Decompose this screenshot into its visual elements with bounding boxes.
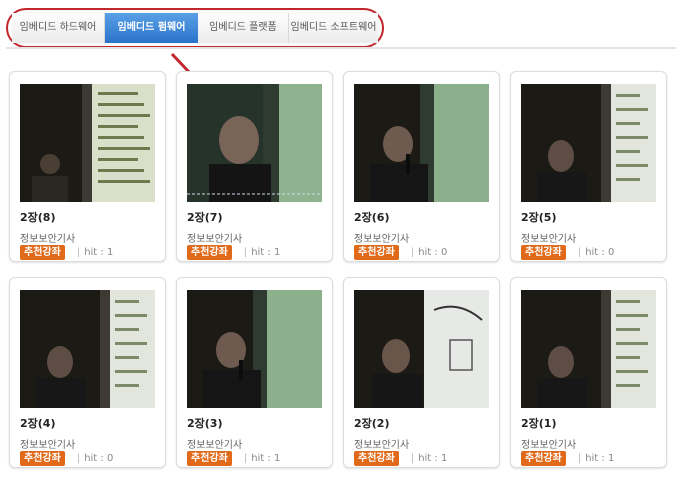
- hit-value: hit : 1: [585, 453, 615, 464]
- lecture-meta: 추천강좌 | hit : 1: [187, 245, 280, 260]
- lecture-title[interactable]: 2장(6): [354, 209, 389, 225]
- tab-embedded-hardware[interactable]: 임베디드 하드웨어: [12, 13, 105, 43]
- lecture-thumbnail[interactable]: [354, 290, 489, 408]
- tab-embedded-software[interactable]: 임베디드 소프트웨어: [288, 13, 378, 43]
- lecture-thumbnail[interactable]: [354, 84, 489, 202]
- separator: |: [76, 247, 81, 258]
- lecture-meta: 추천강좌 | hit : 0: [20, 451, 113, 466]
- lecture-title[interactable]: 2장(8): [20, 209, 55, 225]
- hit-count: | hit : 1: [244, 453, 281, 464]
- lecture-category: 정보보안기사: [20, 234, 76, 245]
- lecture-category: 정보보안기사: [521, 234, 577, 245]
- lecture-title[interactable]: 2장(1): [521, 415, 556, 431]
- separator: |: [243, 453, 248, 464]
- hit-value: hit : 1: [84, 247, 114, 258]
- lecture-category: 정보보안기사: [354, 440, 410, 451]
- lecture-category: 정보보안기사: [20, 440, 76, 451]
- lecture-thumbnail[interactable]: [521, 290, 656, 408]
- category-tab-bar: 임베디드 하드웨어 임베디드 펌웨어 임베디드 플랫폼 임베디드 소프트웨어: [6, 8, 384, 48]
- lecture-thumbnail[interactable]: [20, 84, 155, 202]
- recommended-badge: 추천강좌: [20, 451, 65, 466]
- tab-embedded-platform[interactable]: 임베디드 플랫폼: [197, 13, 289, 43]
- lecture-category: 정보보안기사: [187, 234, 243, 245]
- lecture-category: 정보보안기사: [521, 440, 577, 451]
- lecture-card[interactable]: 2장(2) 정보보안기사 추천강좌 | hit : 1: [343, 277, 500, 468]
- lecture-meta: 추천강좌 | hit : 1: [354, 451, 447, 466]
- hit-value: hit : 1: [251, 247, 281, 258]
- recommended-badge: 추천강좌: [521, 245, 566, 260]
- lecture-thumbnail[interactable]: [20, 290, 155, 408]
- separator: |: [76, 453, 81, 464]
- hit-value: hit : 0: [418, 247, 448, 258]
- separator: |: [577, 453, 582, 464]
- hit-value: hit : 0: [585, 247, 615, 258]
- recommended-badge: 추천강좌: [187, 451, 232, 466]
- hit-value: hit : 0: [84, 453, 114, 464]
- hit-count: | hit : 1: [578, 453, 615, 464]
- recommended-badge: 추천강좌: [187, 245, 232, 260]
- lecture-card[interactable]: 2장(7) 정보보안기사 추천강좌 | hit : 1: [176, 71, 333, 262]
- hit-count: | hit : 0: [578, 247, 615, 258]
- recommended-badge: 추천강좌: [20, 245, 65, 260]
- separator: |: [577, 247, 582, 258]
- lecture-title[interactable]: 2장(3): [187, 415, 222, 431]
- lecture-title[interactable]: 2장(7): [187, 209, 222, 225]
- recommended-badge: 추천강좌: [354, 245, 399, 260]
- lecture-category: 정보보안기사: [354, 234, 410, 245]
- hit-count: | hit : 0: [411, 247, 448, 258]
- tab-embedded-firmware[interactable]: 임베디드 펌웨어: [104, 13, 198, 43]
- hit-count: | hit : 0: [77, 453, 114, 464]
- lecture-card[interactable]: 2장(6) 정보보안기사 추천강좌 | hit : 0: [343, 71, 500, 262]
- lecture-card[interactable]: 2장(8) 정보보안기사 추천강좌 | hit : 1: [9, 71, 166, 262]
- separator: |: [410, 247, 415, 258]
- lecture-title[interactable]: 2장(2): [354, 415, 389, 431]
- lecture-category: 정보보안기사: [187, 440, 243, 451]
- lecture-card[interactable]: 2장(5) 정보보안기사 추천강좌 | hit : 0: [510, 71, 667, 262]
- hit-count: | hit : 1: [244, 247, 281, 258]
- lecture-thumbnail[interactable]: [521, 84, 656, 202]
- lecture-meta: 추천강좌 | hit : 1: [187, 451, 280, 466]
- divider: [6, 47, 676, 49]
- lecture-meta: 추천강좌 | hit : 0: [354, 245, 447, 260]
- recommended-badge: 추천강좌: [354, 451, 399, 466]
- lecture-thumbnail[interactable]: [187, 84, 322, 202]
- hit-value: hit : 1: [251, 453, 281, 464]
- lecture-thumbnail[interactable]: [187, 290, 322, 408]
- separator: |: [410, 453, 415, 464]
- lecture-card[interactable]: 2장(1) 정보보안기사 추천강좌 | hit : 1: [510, 277, 667, 468]
- separator: |: [243, 247, 248, 258]
- lecture-title[interactable]: 2장(5): [521, 209, 556, 225]
- lecture-card[interactable]: 2장(3) 정보보안기사 추천강좌 | hit : 1: [176, 277, 333, 468]
- lecture-meta: 추천강좌 | hit : 1: [20, 245, 113, 260]
- recommended-badge: 추천강좌: [521, 451, 566, 466]
- hit-count: | hit : 1: [411, 453, 448, 464]
- lecture-meta: 추천강좌 | hit : 1: [521, 451, 614, 466]
- lecture-meta: 추천강좌 | hit : 0: [521, 245, 614, 260]
- lecture-card[interactable]: 2장(4) 정보보안기사 추천강좌 | hit : 0: [9, 277, 166, 468]
- lecture-title[interactable]: 2장(4): [20, 415, 55, 431]
- hit-count: | hit : 1: [77, 247, 114, 258]
- hit-value: hit : 1: [418, 453, 448, 464]
